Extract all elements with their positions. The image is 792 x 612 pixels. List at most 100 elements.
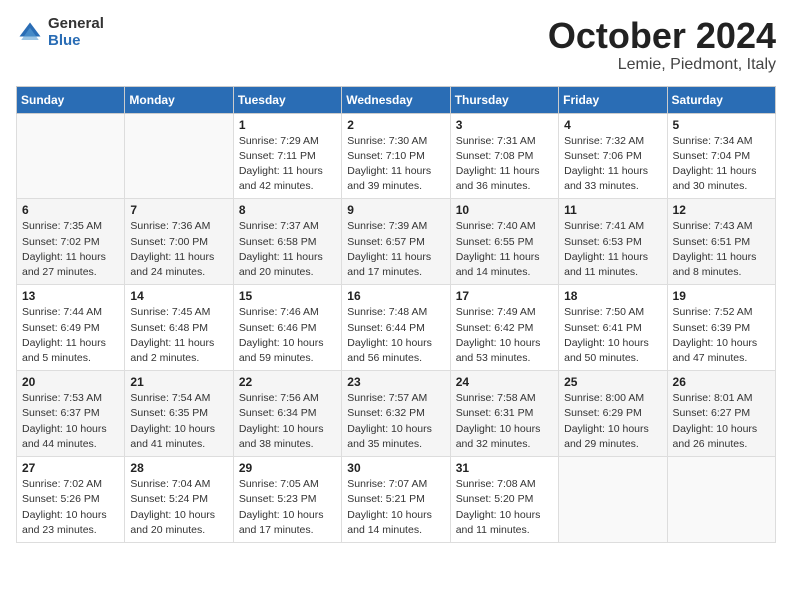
calendar-cell: 12Sunrise: 7:43 AMSunset: 6:51 PMDayligh… — [667, 199, 775, 285]
day-number: 5 — [673, 118, 770, 132]
day-number: 2 — [347, 118, 444, 132]
day-number: 18 — [564, 289, 661, 303]
day-number: 28 — [130, 461, 227, 475]
day-number: 1 — [239, 118, 336, 132]
calendar-week-4: 20Sunrise: 7:53 AMSunset: 6:37 PMDayligh… — [17, 371, 776, 457]
weekday-header-friday: Friday — [559, 86, 667, 113]
day-detail: Sunrise: 7:07 AMSunset: 5:21 PMDaylight:… — [347, 477, 444, 538]
calendar-cell: 16Sunrise: 7:48 AMSunset: 6:44 PMDayligh… — [342, 285, 450, 371]
calendar-cell: 26 Sunrise: 8:01 AMSunset: 6:27 PMDayligh… — [667, 371, 775, 457]
weekday-header-thursday: Thursday — [450, 86, 558, 113]
day-number: 13 — [22, 289, 119, 303]
day-detail: Sunrise: 7:39 AMSunset: 6:57 PMDaylight:… — [347, 219, 444, 280]
day-detail: Sunrise: 7:48 AMSunset: 6:44 PMDaylight:… — [347, 305, 444, 366]
calendar-cell: 18 Sunrise: 7:50 AMSunset: 6:41 PMDayligh… — [559, 285, 667, 371]
calendar-header: SundayMondayTuesdayWednesdayThursdayFrid… — [17, 86, 776, 113]
calendar-cell: 8 Sunrise: 7:37 AMSunset: 6:58 PMDaylight… — [233, 199, 341, 285]
calendar-cell: 14 Sunrise: 7:45 AMSunset: 6:48 PMDayligh… — [125, 285, 233, 371]
day-number: 26 — [673, 375, 770, 389]
logo-blue-text: Blue — [48, 33, 104, 50]
day-detail: Sunrise: 7:32 AMSunset: 7:06 PMDaylight:… — [564, 134, 661, 195]
weekday-header-wednesday: Wednesday — [342, 86, 450, 113]
day-detail: Sunrise: 7:30 AMSunset: 7:10 PMDaylight:… — [347, 134, 444, 195]
calendar-cell: 28Sunrise: 7:04 AMSunset: 5:24 PMDayligh… — [125, 457, 233, 543]
calendar-cell: 25Sunrise: 8:00 AMSunset: 6:29 PMDayligh… — [559, 371, 667, 457]
calendar-cell: 21Sunrise: 7:54 AMSunset: 6:35 PMDayligh… — [125, 371, 233, 457]
calendar-cell: 2 Sunrise: 7:30 AMSunset: 7:10 PMDaylight… — [342, 113, 450, 199]
day-detail: Sunrise: 7:44 AMSunset: 6:49 PMDaylight:… — [22, 305, 119, 366]
day-number: 3 — [456, 118, 553, 132]
day-detail: Sunrise: 7:31 AMSunset: 7:08 PMDaylight:… — [456, 134, 553, 195]
calendar-cell: 19 Sunrise: 7:52 AMSunset: 6:39 PMDayligh… — [667, 285, 775, 371]
logo-general-text: General — [48, 16, 104, 33]
calendar-cell: 24 Sunrise: 7:58 AMSunset: 6:31 PMDayligh… — [450, 371, 558, 457]
day-number: 25 — [564, 375, 661, 389]
calendar-cell: 13 Sunrise: 7:44 AMSunset: 6:49 PMDayligh… — [17, 285, 125, 371]
calendar-cell — [559, 457, 667, 543]
day-number: 4 — [564, 118, 661, 132]
calendar-week-1: 1 Sunrise: 7:29 AMSunset: 7:11 PMDaylight… — [17, 113, 776, 199]
day-number: 17 — [456, 289, 553, 303]
calendar-cell: 20Sunrise: 7:53 AMSunset: 6:37 PMDayligh… — [17, 371, 125, 457]
day-number: 10 — [456, 203, 553, 217]
day-detail: Sunrise: 7:58 AMSunset: 6:31 PMDaylight:… — [456, 391, 553, 452]
day-number: 27 — [22, 461, 119, 475]
day-number: 9 — [347, 203, 444, 217]
calendar-cell: 11Sunrise: 7:41 AMSunset: 6:53 PMDayligh… — [559, 199, 667, 285]
day-detail: Sunrise: 7:52 AMSunset: 6:39 PMDaylight:… — [673, 305, 770, 366]
day-detail: Sunrise: 8:01 AMSunset: 6:27 PMDaylight:… — [673, 391, 770, 452]
calendar-table: SundayMondayTuesdayWednesdayThursdayFrid… — [16, 86, 776, 543]
day-number: 19 — [673, 289, 770, 303]
day-detail: Sunrise: 7:56 AMSunset: 6:34 PMDaylight:… — [239, 391, 336, 452]
calendar-cell: 10 Sunrise: 7:40 AMSunset: 6:55 PMDayligh… — [450, 199, 558, 285]
day-number: 14 — [130, 289, 227, 303]
day-number: 31 — [456, 461, 553, 475]
calendar-cell: 17 Sunrise: 7:49 AMSunset: 6:42 PMDayligh… — [450, 285, 558, 371]
calendar-cell — [17, 113, 125, 199]
calendar-cell: 6 Sunrise: 7:35 AMSunset: 7:02 PMDaylight… — [17, 199, 125, 285]
calendar-title: October 2024 — [548, 16, 776, 56]
day-number: 8 — [239, 203, 336, 217]
calendar-cell: 27 Sunrise: 7:02 AMSunset: 5:26 PMDayligh… — [17, 457, 125, 543]
calendar-cell: 23Sunrise: 7:57 AMSunset: 6:32 PMDayligh… — [342, 371, 450, 457]
day-detail: Sunrise: 7:41 AMSunset: 6:53 PMDaylight:… — [564, 219, 661, 280]
day-number: 7 — [130, 203, 227, 217]
day-detail: Sunrise: 7:54 AMSunset: 6:35 PMDaylight:… — [130, 391, 227, 452]
day-detail: Sunrise: 7:34 AMSunset: 7:04 PMDaylight:… — [673, 134, 770, 195]
day-detail: Sunrise: 7:35 AMSunset: 7:02 PMDaylight:… — [22, 219, 119, 280]
calendar-week-2: 6 Sunrise: 7:35 AMSunset: 7:02 PMDaylight… — [17, 199, 776, 285]
day-detail: Sunrise: 7:05 AMSunset: 5:23 PMDaylight:… — [239, 477, 336, 538]
logo-text: General Blue — [48, 16, 104, 49]
day-number: 22 — [239, 375, 336, 389]
day-detail: Sunrise: 7:08 AMSunset: 5:20 PMDaylight:… — [456, 477, 553, 538]
day-detail: Sunrise: 7:36 AMSunset: 7:00 PMDaylight:… — [130, 219, 227, 280]
day-detail: Sunrise: 7:40 AMSunset: 6:55 PMDaylight:… — [456, 219, 553, 280]
day-detail: Sunrise: 7:49 AMSunset: 6:42 PMDaylight:… — [456, 305, 553, 366]
day-detail: Sunrise: 7:37 AMSunset: 6:58 PMDaylight:… — [239, 219, 336, 280]
day-number: 24 — [456, 375, 553, 389]
calendar-cell — [125, 113, 233, 199]
calendar-cell: 7 Sunrise: 7:36 AMSunset: 7:00 PMDaylight… — [125, 199, 233, 285]
day-number: 6 — [22, 203, 119, 217]
day-detail: Sunrise: 7:02 AMSunset: 5:26 PMDaylight:… — [22, 477, 119, 538]
day-detail: Sunrise: 7:43 AMSunset: 6:51 PMDaylight:… — [673, 219, 770, 280]
calendar-cell: 31 Sunrise: 7:08 AMSunset: 5:20 PMDayligh… — [450, 457, 558, 543]
logo-icon — [16, 19, 44, 47]
day-detail: Sunrise: 7:29 AMSunset: 7:11 PMDaylight:… — [239, 134, 336, 195]
title-block: October 2024 Lemie, Piedmont, Italy — [548, 16, 776, 74]
calendar-cell: 1 Sunrise: 7:29 AMSunset: 7:11 PMDaylight… — [233, 113, 341, 199]
page-header: General Blue October 2024 Lemie, Piedmon… — [16, 16, 776, 74]
logo: General Blue — [16, 16, 104, 49]
day-detail: Sunrise: 7:45 AMSunset: 6:48 PMDaylight:… — [130, 305, 227, 366]
calendar-week-3: 13 Sunrise: 7:44 AMSunset: 6:49 PMDayligh… — [17, 285, 776, 371]
calendar-location: Lemie, Piedmont, Italy — [548, 56, 776, 74]
calendar-cell: 3 Sunrise: 7:31 AMSunset: 7:08 PMDaylight… — [450, 113, 558, 199]
calendar-week-5: 27 Sunrise: 7:02 AMSunset: 5:26 PMDayligh… — [17, 457, 776, 543]
calendar-cell: 9 Sunrise: 7:39 AMSunset: 6:57 PMDaylight… — [342, 199, 450, 285]
day-number: 23 — [347, 375, 444, 389]
calendar-cell: 4 Sunrise: 7:32 AMSunset: 7:06 PMDaylight… — [559, 113, 667, 199]
weekday-header-tuesday: Tuesday — [233, 86, 341, 113]
day-detail: Sunrise: 7:50 AMSunset: 6:41 PMDaylight:… — [564, 305, 661, 366]
day-detail: Sunrise: 7:53 AMSunset: 6:37 PMDaylight:… — [22, 391, 119, 452]
day-number: 30 — [347, 461, 444, 475]
